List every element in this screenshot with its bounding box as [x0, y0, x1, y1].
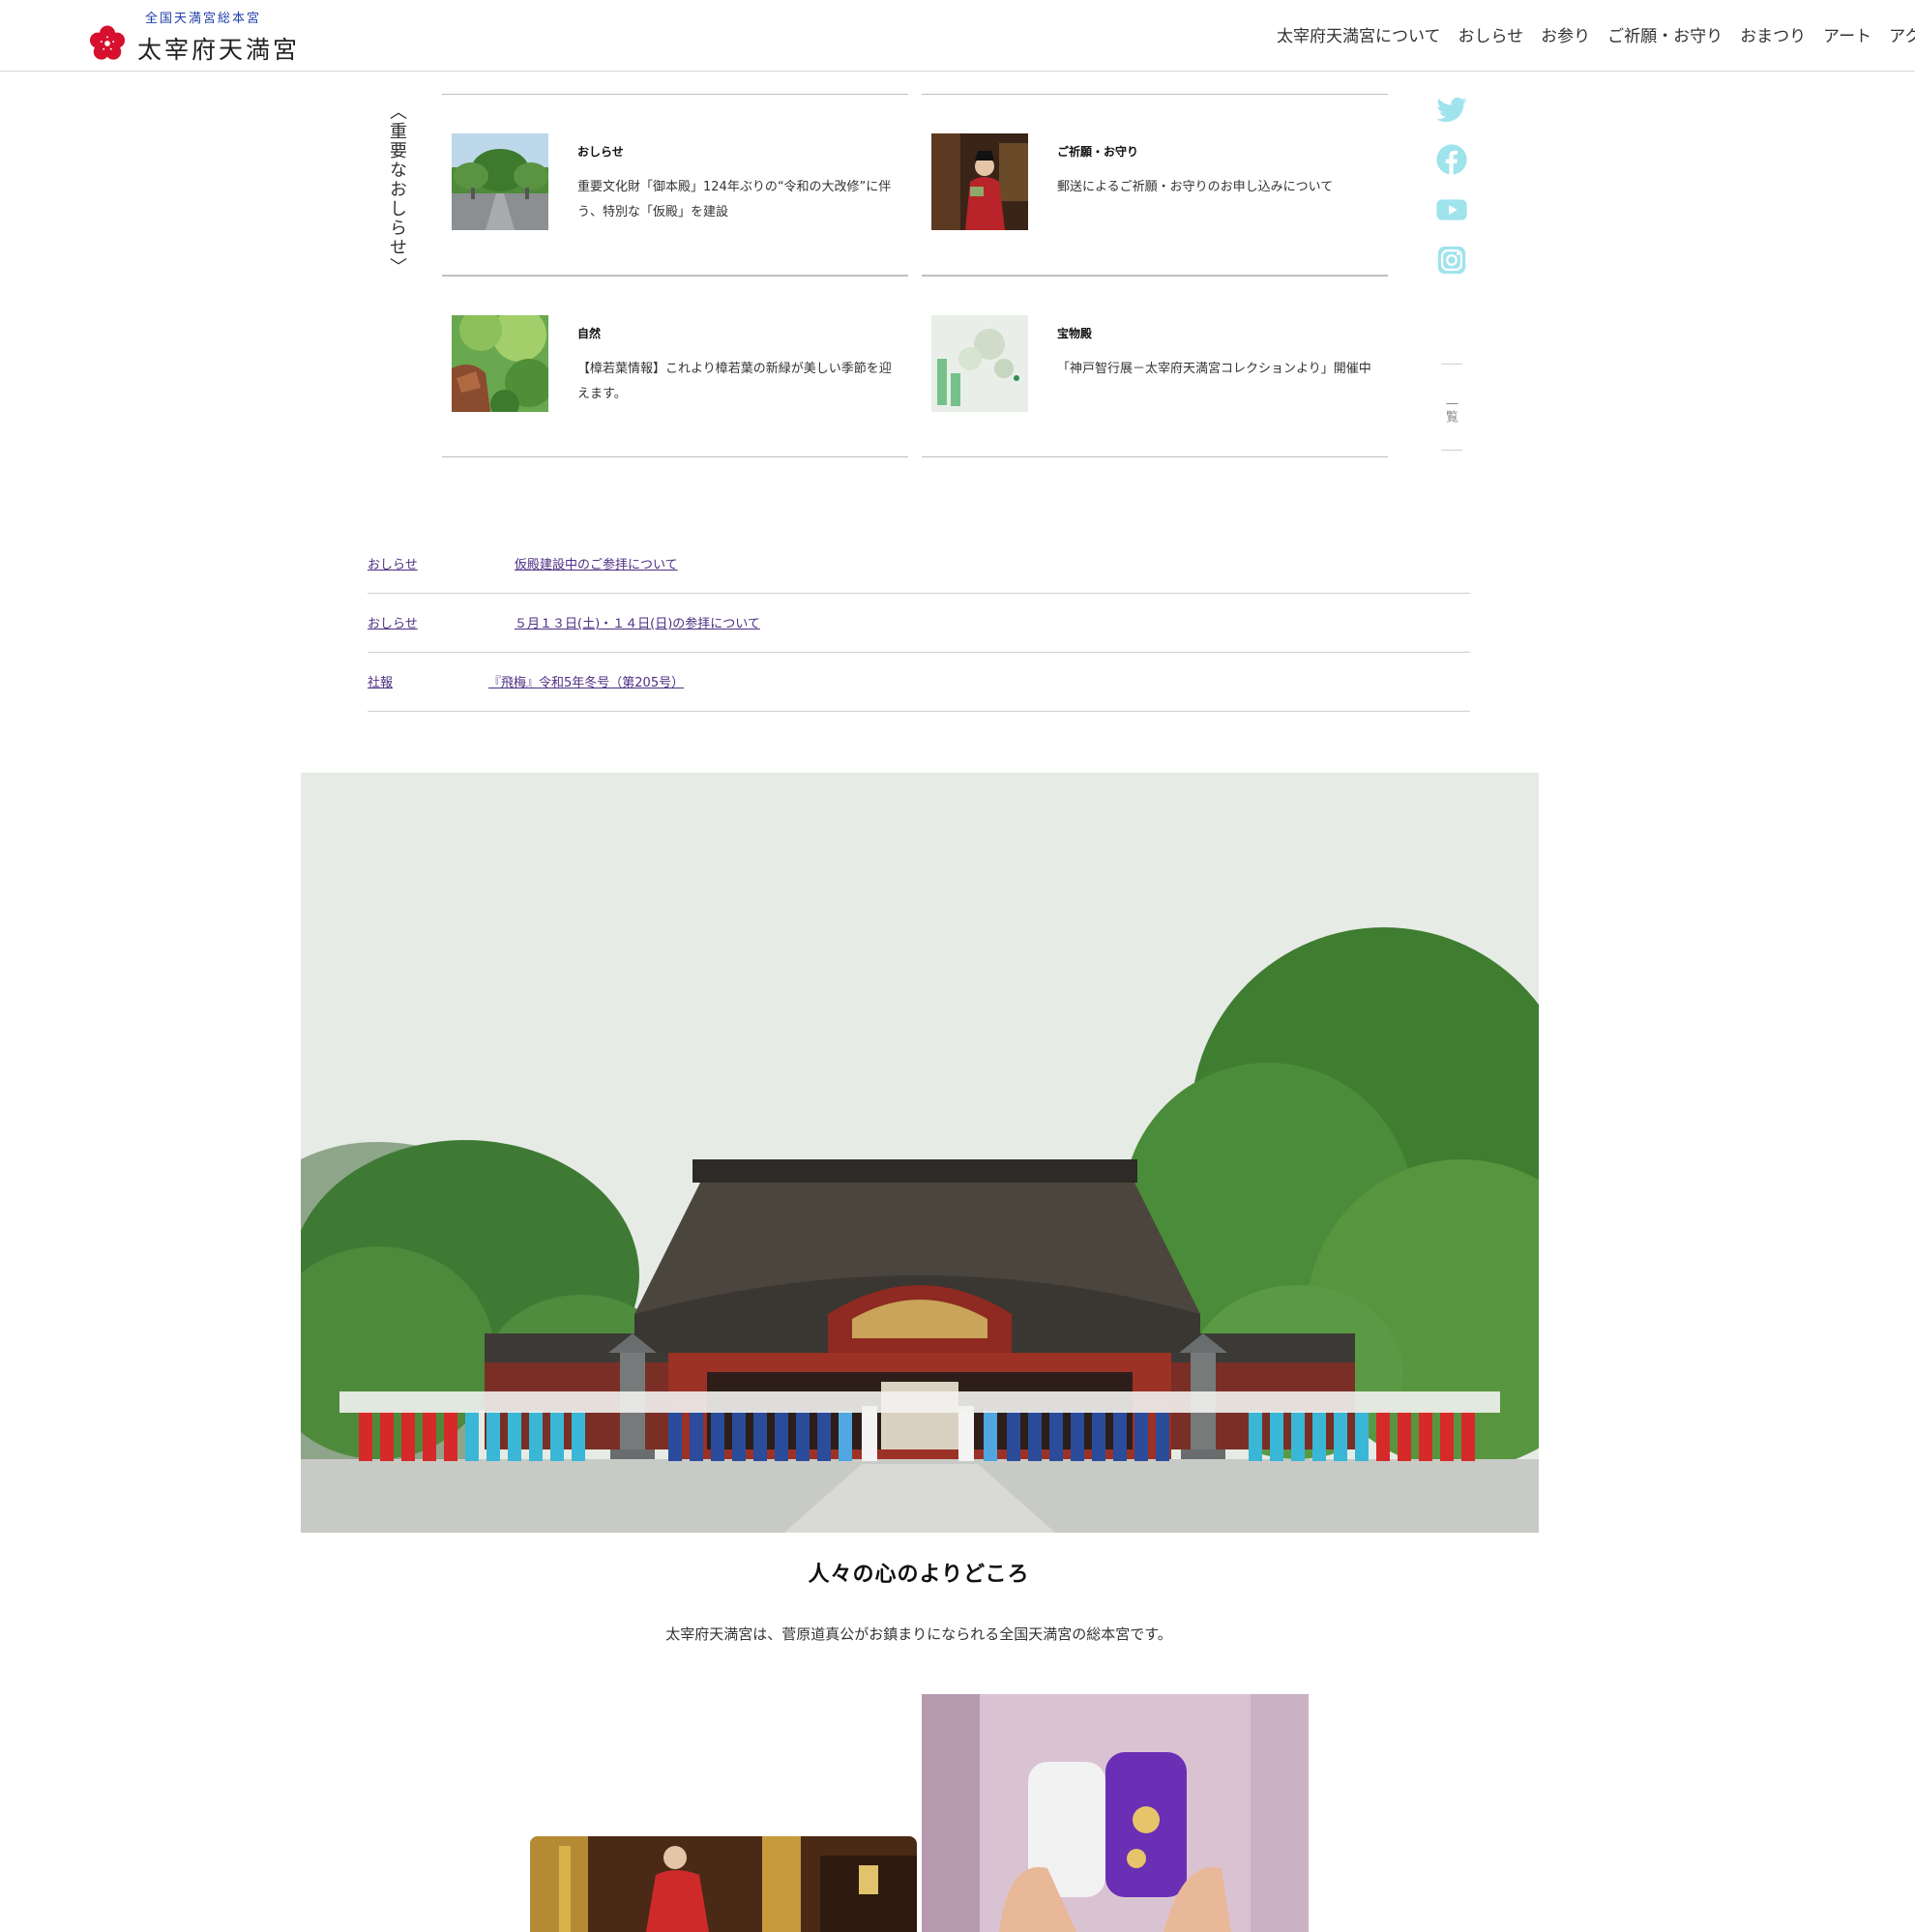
notice-text: 郵送によるご祈願・お守りのお申し込みについて: [1057, 180, 1334, 194]
notice-text: 「神戸智行展－太宰府天満宮コレクションより」開催中: [1057, 362, 1371, 376]
photo-amulets: [922, 1694, 1309, 1932]
notice-text: 【樟若葉情報】これより樟若葉の新緑が美しい季節を迎えます。: [577, 362, 892, 401]
hero-shrine-photo: [301, 773, 1539, 1533]
notice-category: ご祈願・お守り: [1057, 145, 1139, 159]
notice-thumb-exhibition-poster: [931, 315, 1028, 412]
divider: [1441, 450, 1462, 451]
important-notices-grid: おしらせ 重要文化財「御本殿」124年ぶりの“令和の大改修”に伴う、特別な「仮殿…: [442, 94, 1388, 457]
nav-news[interactable]: おしらせ: [1458, 22, 1524, 46]
notice-category: 宝物殿: [1057, 327, 1093, 340]
notice-thumb-camphor-tree: [452, 315, 548, 412]
nav-about[interactable]: 太宰府天満宮について: [1277, 22, 1441, 46]
instagram-icon[interactable]: [1435, 244, 1468, 277]
news-list: おしらせ 仮殿建設中のご参拝について おしらせ ５月１３日(土)・１４日(日)の…: [368, 535, 1470, 712]
news-category[interactable]: おしらせ: [368, 613, 418, 631]
plum-blossom-icon: [89, 25, 126, 60]
main-nav: 太宰府天満宮について おしらせ お参り ご祈願・お守り おまつり アート アクセ…: [1277, 22, 1915, 46]
nav-festivals[interactable]: おまつり: [1740, 22, 1806, 46]
notice-thumb-priest: [931, 133, 1028, 230]
notice-card-camphor-leaves[interactable]: 自然 【樟若葉情報】これより樟若葉の新緑が美しい季節を迎えます。: [442, 276, 908, 457]
news-title[interactable]: 仮殿建設中のご参拝について: [515, 554, 678, 572]
logo-title: 太宰府天満宮: [137, 36, 301, 64]
nav-prayer-amulets[interactable]: ご祈願・お守り: [1607, 22, 1723, 46]
news-category[interactable]: 社報: [368, 672, 393, 690]
notice-card-treasure-hall[interactable]: 宝物殿 「神戸智行展－太宰府天満宮コレクションより」開催中: [922, 276, 1388, 457]
hero-description: 太宰府天満宮は、菅原道真公がお鎮まりになられる全国天満宮の総本宮です。: [665, 1625, 1172, 1643]
nav-visit[interactable]: お参り: [1541, 22, 1590, 46]
news-row[interactable]: 社報 『飛梅』令和5年冬号（第205号）: [368, 653, 1470, 712]
hero-heading: 人々の心のよりどころ: [808, 1563, 1030, 1587]
logo-subtitle: 全国天満宮総本宮: [145, 12, 262, 26]
divider: [1441, 364, 1462, 365]
notice-category: おしらせ: [577, 145, 624, 159]
facebook-icon[interactable]: [1435, 143, 1468, 176]
news-category[interactable]: おしらせ: [368, 554, 418, 572]
twitter-icon[interactable]: [1435, 93, 1468, 126]
nav-art[interactable]: アート: [1823, 22, 1871, 46]
nav-access[interactable]: アクセス: [1889, 22, 1915, 46]
site-logo[interactable]: 全国天満宮総本宮 太宰府天満宮: [89, 6, 321, 64]
news-row[interactable]: おしらせ 仮殿建設中のご参拝について: [368, 535, 1470, 594]
notice-card-temporary-hall[interactable]: おしらせ 重要文化財「御本殿」124年ぶりの“令和の大改修”に伴う、特別な「仮殿…: [442, 94, 908, 276]
news-title[interactable]: 『飛梅』令和5年冬号（第205号）: [488, 672, 684, 690]
site-header: 全国天満宮総本宮 太宰府天満宮 太宰府天満宮について おしらせ お参り ご祈願・…: [0, 0, 1915, 72]
youtube-icon[interactable]: [1435, 193, 1468, 226]
notice-card-postal-prayer[interactable]: ご祈願・お守り 郵送によるご祈願・お守りのお申し込みについて: [922, 94, 1388, 276]
important-notices-title: 〈重要なおしらせ〉: [387, 102, 407, 277]
notice-thumb-shrine-approach: [452, 133, 548, 230]
view-all-link[interactable]: 一覧: [1443, 397, 1459, 423]
notice-text: 重要文化財「御本殿」124年ぶりの“令和の大改修”に伴う、特別な「仮殿」を建設: [577, 180, 892, 220]
photo-shrine-maiden: [530, 1836, 917, 1932]
notice-category: 自然: [577, 327, 602, 340]
news-title[interactable]: ５月１３日(土)・１４日(日)の参拝について: [515, 613, 760, 631]
news-row[interactable]: おしらせ ５月１３日(土)・１４日(日)の参拝について: [368, 594, 1470, 653]
